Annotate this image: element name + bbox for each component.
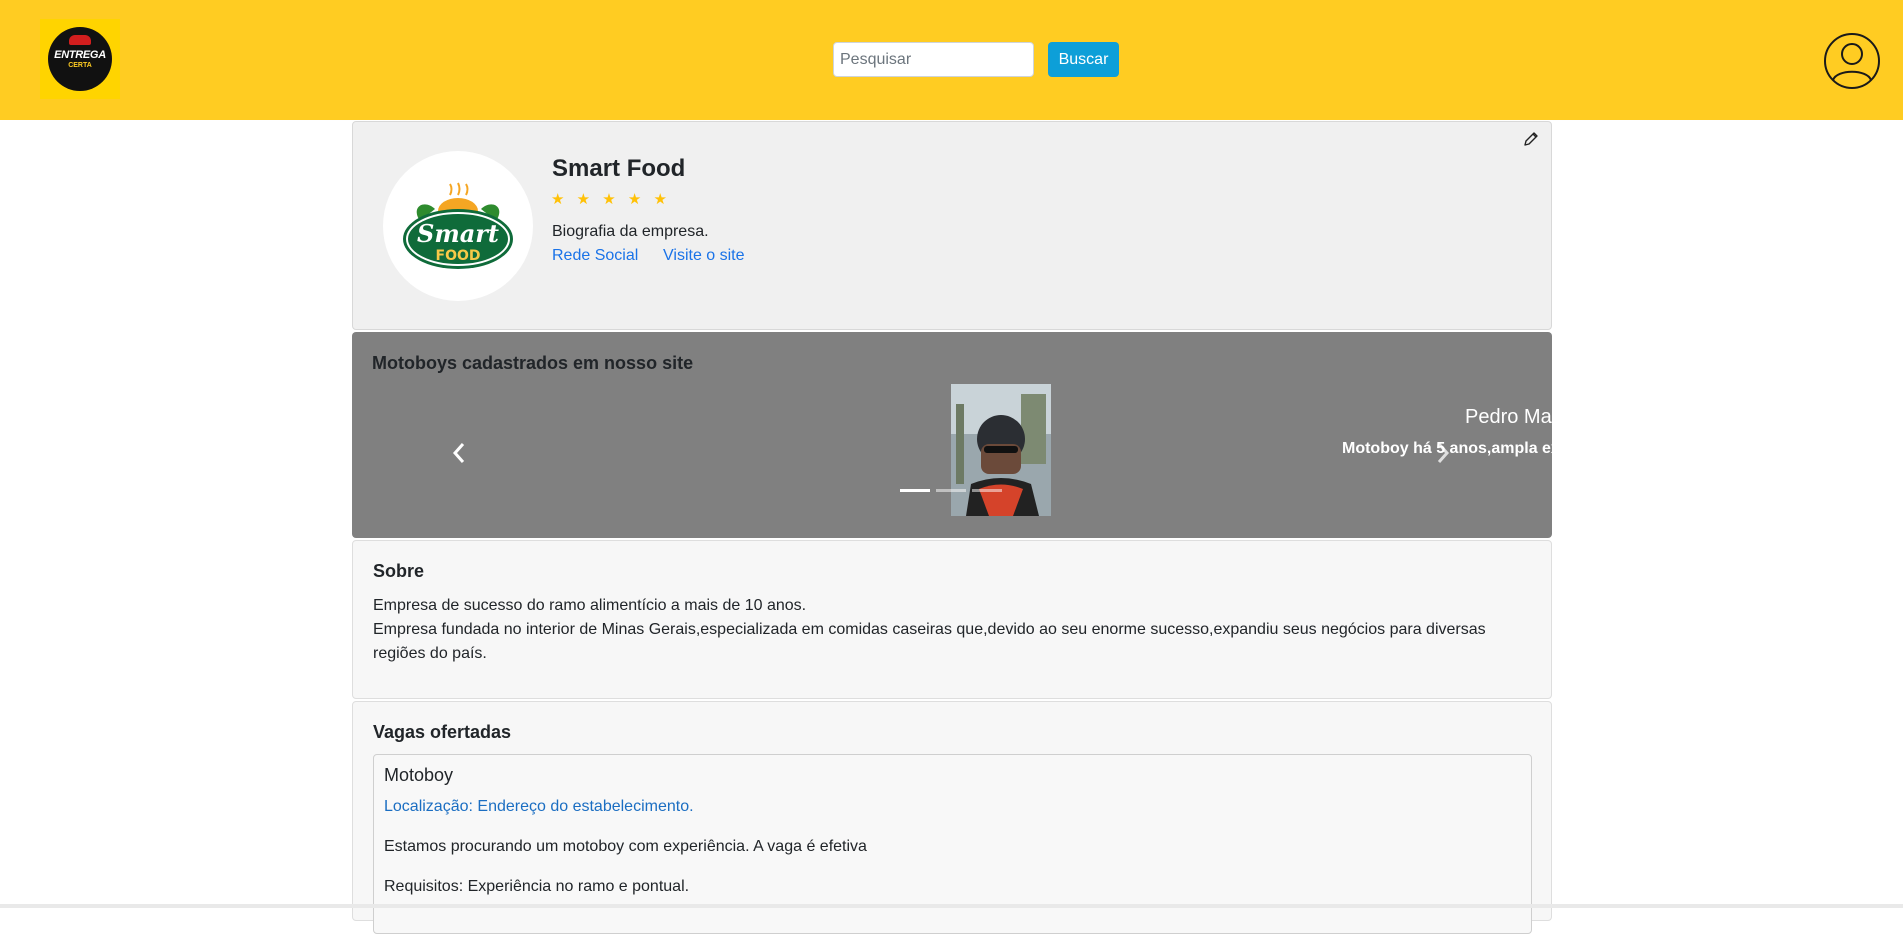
logo-text-bottom: CERTA [68, 62, 92, 69]
job-location: Localização: Endereço do estabelecimento… [384, 798, 694, 815]
job-requirements: Requisitos: Experiência no ramo e pontua… [384, 878, 690, 895]
search-input[interactable] [833, 42, 1034, 77]
company-logo: Smart FOOD [383, 151, 533, 301]
page-bottom-edge [0, 904, 1903, 908]
motoboy-photo [951, 384, 1051, 516]
svg-text:Smart: Smart [417, 219, 499, 248]
smart-food-logo-icon: Smart FOOD [403, 182, 513, 269]
about-line-2: Empresa fundada no interior de Minas Ger… [373, 621, 1486, 662]
about-line-1: Empresa de sucesso do ramo alimentício a… [373, 597, 807, 614]
logo-text-top: ENTREGA [54, 49, 106, 61]
search-button[interactable]: Buscar [1048, 42, 1119, 77]
motoboys-carousel: Motoboys cadastrados em nosso site Pedro… [352, 332, 1552, 538]
job-title: Motoboy [384, 765, 454, 785]
pencil-icon[interactable] [1522, 130, 1540, 148]
carousel-indicator[interactable] [900, 489, 930, 492]
company-bio: Biografia da empresa. [552, 223, 709, 240]
user-circle-icon[interactable] [1823, 32, 1881, 90]
chevron-right-icon[interactable] [1435, 441, 1451, 465]
about-text: Empresa de sucesso do ramo alimentício a… [373, 594, 1523, 666]
social-link[interactable]: Rede Social [552, 247, 638, 265]
carousel-indicators [900, 489, 1002, 492]
site-logo[interactable]: ENTREGA CERTA [40, 19, 120, 99]
jobs-title: Vagas ofertadas [373, 722, 512, 742]
svg-text:FOOD: FOOD [436, 248, 481, 264]
carousel-title: Motoboys cadastrados em nosso site [372, 353, 694, 373]
about-section: Sobre Empresa de sucesso do ramo aliment… [352, 540, 1552, 699]
carousel-indicator[interactable] [936, 489, 966, 492]
chevron-left-icon[interactable] [451, 441, 467, 465]
job-description: Estamos procurando um motoboy com experi… [384, 838, 867, 855]
carousel-indicator[interactable] [972, 489, 1002, 492]
rating-stars: ★ ★ ★ ★ ★ [551, 191, 671, 208]
jobs-section: Vagas ofertadas Motoboy Localização: End… [352, 701, 1552, 934]
website-link[interactable]: Visite o site [663, 247, 745, 265]
logo-badge: ENTREGA CERTA [48, 27, 112, 91]
motorcycle-icon [69, 35, 91, 45]
company-name: Smart Food [552, 155, 686, 182]
about-title: Sobre [373, 561, 425, 581]
carousel-caption-name: Pedro Ma [1465, 406, 1552, 428]
